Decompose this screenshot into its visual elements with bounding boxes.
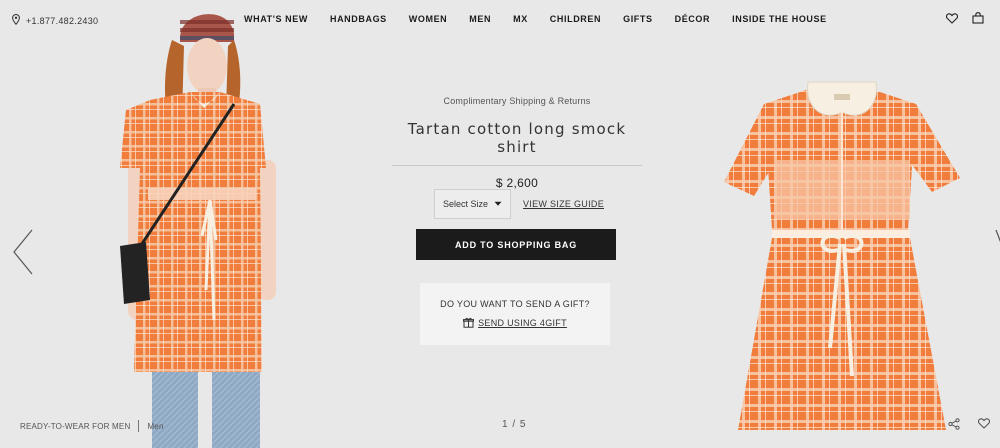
nav-item-mx[interactable]: MX: [513, 14, 528, 24]
size-guide-link[interactable]: VIEW SIZE GUIDE: [523, 199, 604, 209]
image-actions: [948, 418, 990, 430]
gift-panel: DO YOU WANT TO SEND A GIFT? SEND USING 4…: [420, 283, 610, 345]
title-divider: [392, 165, 642, 166]
main-menu: WHAT'S NEW HANDBAGS WOMEN MEN MX CHILDRE…: [244, 14, 827, 24]
product-price: $ 2,600: [495, 176, 539, 190]
phone-number: +1.877.482.2430: [26, 15, 99, 26]
send-gift-link[interactable]: SEND USING 4GIFT: [463, 317, 567, 330]
product-image: [720, 78, 964, 440]
chevron-down-icon: [494, 199, 502, 209]
model-image: [110, 0, 280, 448]
size-row: Select Size VIEW SIZE GUIDE: [434, 189, 604, 219]
location-pin-icon: [12, 13, 20, 27]
nav-item-children[interactable]: CHILDREN: [550, 14, 601, 24]
wishlist-heart-icon[interactable]: [978, 418, 990, 430]
shopping-bag-icon[interactable]: [972, 12, 984, 24]
breadcrumb-subcategory[interactable]: Men: [147, 422, 163, 431]
header-actions: [946, 12, 984, 24]
share-icon[interactable]: [948, 418, 960, 430]
breadcrumb: READY-TO-WEAR FOR MEN Men: [20, 420, 164, 432]
product-info: Complimentary Shipping & Returns Tartan …: [392, 96, 642, 190]
breadcrumb-category[interactable]: READY-TO-WEAR FOR MEN: [20, 422, 130, 431]
nav-item-women[interactable]: WOMEN: [409, 14, 448, 24]
heart-icon[interactable]: [946, 12, 958, 24]
nav-item-decor[interactable]: DÉCOR: [675, 14, 711, 24]
send-gift-label: SEND USING 4GIFT: [478, 318, 567, 328]
nav-item-handbags[interactable]: HANDBAGS: [330, 14, 387, 24]
product-title: Tartan cotton long smock shirt: [407, 120, 627, 156]
breadcrumb-divider: [138, 420, 140, 432]
nav-item-gifts[interactable]: GIFTS: [623, 14, 653, 24]
image-pager: 1 / 5: [502, 419, 527, 430]
nav-item-inside-the-house[interactable]: INSIDE THE HOUSE: [732, 14, 827, 24]
next-image-arrow-icon[interactable]: [994, 228, 1000, 263]
phone-contact[interactable]: +1.877.482.2430: [12, 13, 99, 27]
gift-icon: [463, 317, 475, 330]
size-select-label: Select Size: [442, 199, 489, 209]
gift-question: DO YOU WANT TO SEND A GIFT?: [440, 298, 590, 309]
shipping-note: Complimentary Shipping & Returns: [443, 96, 591, 106]
previous-image-arrow-icon[interactable]: [12, 228, 34, 281]
add-to-shopping-bag-button[interactable]: ADD TO SHOPPING BAG: [416, 229, 616, 260]
size-select[interactable]: Select Size: [434, 189, 511, 219]
nav-item-men[interactable]: MEN: [469, 14, 491, 24]
